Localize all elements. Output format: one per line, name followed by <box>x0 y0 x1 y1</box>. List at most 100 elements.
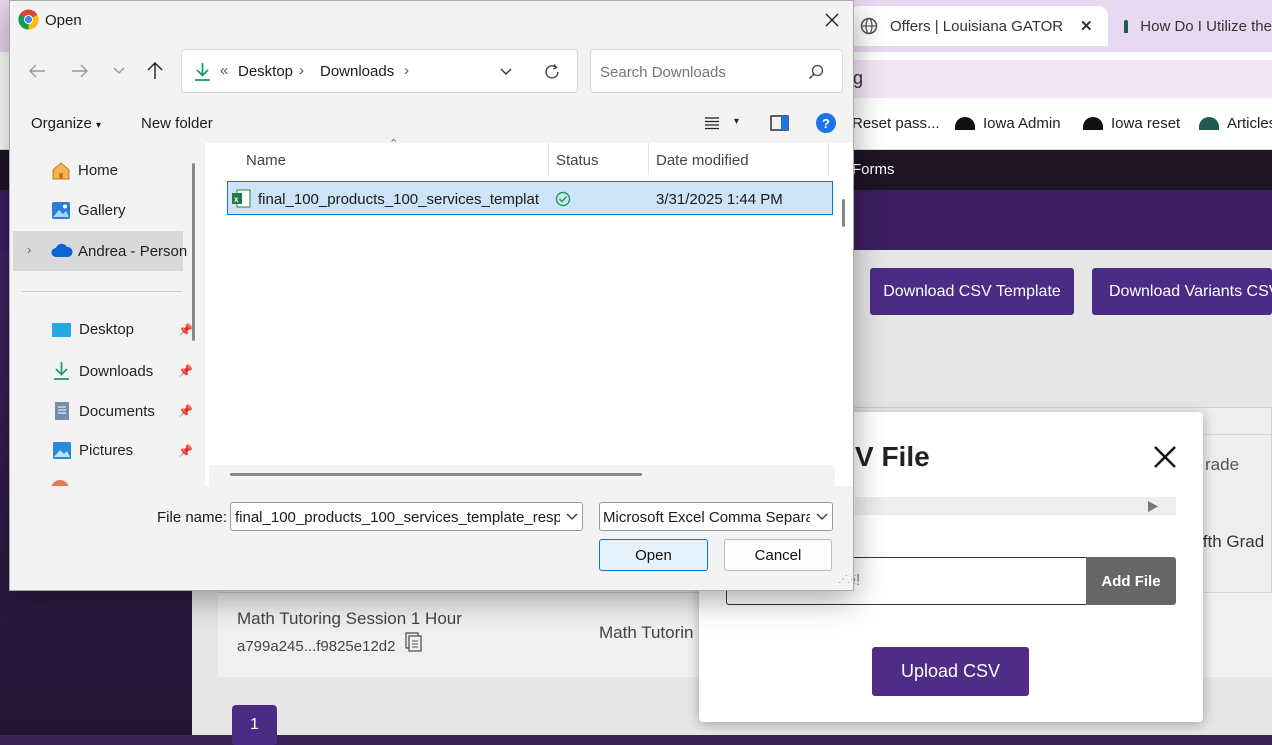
modal-scroll-track <box>855 497 1176 515</box>
pin-icon[interactable]: 📌 <box>178 404 193 418</box>
download-variants-csv-button[interactable]: Download Variants CSV <box>1092 268 1272 315</box>
dialog-toolbar: Organize ▾ New folder ▾ ? <box>10 105 853 143</box>
organize-button[interactable]: Organize ▾ <box>31 115 101 132</box>
bookmark-label: Articles <box>1227 115 1272 132</box>
file-type-select[interactable]: Microsoft Excel Comma Separa <box>599 502 833 531</box>
nav-item-onedrive[interactable]: › Andrea - Person <box>13 231 187 271</box>
chevron-down-icon[interactable] <box>112 66 126 76</box>
nav-divider <box>22 291 182 292</box>
downloads-icon <box>54 362 69 380</box>
column-divider <box>548 143 549 175</box>
nav-item-desktop[interactable]: Desktop 📌 <box>51 321 193 338</box>
close-icon[interactable] <box>824 12 840 28</box>
close-tab-icon[interactable]: ✕ <box>1080 17 1093 35</box>
bookmark-item[interactable]: Iowa reset <box>1083 115 1180 132</box>
excel-file-icon: x <box>232 189 251 208</box>
scrollbar[interactable] <box>192 163 195 341</box>
resize-grip-icon[interactable]: ⋰⋰ <box>838 574 857 585</box>
chevron-right-icon[interactable]: › <box>27 242 31 257</box>
column-header-status[interactable]: Status <box>556 152 599 169</box>
breadcrumb-separator-icon: › <box>299 62 304 79</box>
close-icon[interactable] <box>1150 442 1180 472</box>
breadcrumb-separator-icon: › <box>404 62 409 79</box>
refresh-icon[interactable] <box>543 63 561 81</box>
nav-item-label: Downloads <box>79 362 154 380</box>
svg-text:x: x <box>234 195 239 204</box>
navigation-pane: Home Gallery › Andrea - Person Desktop 📌… <box>10 143 205 486</box>
site-favicon-icon <box>1124 19 1129 33</box>
bookmark-icon <box>955 117 975 130</box>
search-placeholder: Search Downloads <box>600 64 726 81</box>
column-divider <box>828 143 829 175</box>
search-input[interactable]: Search Downloads <box>590 49 843 93</box>
play-icon[interactable] <box>1148 501 1158 512</box>
download-folder-icon <box>195 63 210 81</box>
file-name: final_100_products_100_services_templat.… <box>258 191 540 208</box>
pin-icon[interactable]: 📌 <box>178 323 193 337</box>
table-header-cell: rade <box>1205 455 1240 474</box>
browser-tab-active[interactable]: Offers | Louisiana GATOR S ✕ <box>850 6 1108 46</box>
download-csv-template-button[interactable]: Download CSV Template <box>870 268 1074 315</box>
chevron-down-icon[interactable] <box>810 503 832 530</box>
bookmark-item[interactable]: Articles <box>1199 115 1272 132</box>
chrome-icon <box>18 9 39 30</box>
breadcrumb-overflow[interactable]: « <box>220 62 228 79</box>
file-name-input[interactable]: final_100_products_100_services_template… <box>230 502 583 531</box>
nav-item-downloads[interactable]: Downloads 📌 <box>51 361 193 381</box>
view-options-chevron-icon[interactable]: ▾ <box>734 116 739 127</box>
product-id: a799a245...f9825e12d2 <box>237 638 396 655</box>
preview-pane-icon[interactable] <box>770 115 789 131</box>
breadcrumb[interactable]: « Desktop › Downloads › <box>181 49 578 93</box>
horizontal-scrollbar[interactable] <box>230 473 642 476</box>
view-list-icon[interactable] <box>704 116 720 130</box>
copy-icon[interactable] <box>404 632 422 652</box>
nav-item-gallery[interactable]: Gallery <box>51 201 126 220</box>
open-file-dialog: Open « Desktop › Downloads › Search Down… <box>9 0 857 591</box>
column-header-name[interactable]: Name <box>246 152 286 169</box>
upload-csv-button[interactable]: Upload CSV <box>872 647 1029 696</box>
search-icon[interactable] <box>808 64 824 80</box>
up-arrow-icon[interactable] <box>146 61 164 80</box>
file-date-modified: 3/31/2025 1:44 PM <box>656 191 783 208</box>
nav-item-forms[interactable]: Forms <box>852 161 895 178</box>
bookmark-item[interactable]: Iowa Admin <box>955 115 1061 132</box>
browser-tab[interactable]: How Do I Utilize the <box>1120 6 1272 46</box>
column-divider <box>648 143 649 175</box>
pagination-page-1[interactable]: 1 <box>232 705 277 745</box>
globe-icon <box>860 17 878 35</box>
nav-item-documents[interactable]: Documents 📌 <box>51 401 193 421</box>
file-type-value: Microsoft Excel Comma Separa <box>603 509 814 526</box>
organize-label: Organize <box>31 115 92 132</box>
add-file-button[interactable]: Add File <box>1086 557 1176 605</box>
chevron-down-icon[interactable] <box>560 503 582 530</box>
breadcrumb-desktop[interactable]: Desktop <box>238 63 293 80</box>
pin-icon[interactable]: 📌 <box>178 444 193 458</box>
file-row[interactable]: x final_100_products_100_services_templa… <box>227 181 833 215</box>
chevron-down-icon[interactable] <box>499 67 513 77</box>
onedrive-cloud-icon <box>51 243 73 257</box>
file-list: ⌃ Name Status Date modified x final_100_… <box>205 138 853 486</box>
open-button[interactable]: Open <box>599 539 708 571</box>
pin-icon[interactable]: 📌 <box>178 364 193 378</box>
home-icon <box>52 162 70 180</box>
cancel-button[interactable]: Cancel <box>724 539 832 571</box>
address-bar[interactable]: g <box>820 60 1272 98</box>
breadcrumb-downloads[interactable]: Downloads <box>320 63 394 80</box>
nav-item-home[interactable]: Home <box>51 161 118 180</box>
back-arrow-icon[interactable] <box>28 63 46 79</box>
forward-arrow-icon[interactable] <box>71 63 89 79</box>
vertical-scrollbar[interactable] <box>842 199 845 227</box>
browser-tab-title: Offers | Louisiana GATOR S <box>890 17 1068 35</box>
bookmark-icon <box>1199 117 1219 130</box>
nav-item-label: Gallery <box>78 202 126 219</box>
help-icon[interactable]: ? <box>816 113 836 133</box>
documents-icon <box>55 402 69 420</box>
sort-ascending-icon: ⌃ <box>389 138 399 150</box>
bookmark-label: Iowa Admin <box>983 115 1061 132</box>
column-header-date[interactable]: Date modified <box>656 152 749 169</box>
new-folder-button[interactable]: New folder <box>141 115 213 132</box>
nav-item-pictures[interactable]: Pictures 📌 <box>51 441 193 460</box>
address-text: g <box>853 68 864 88</box>
bookmark-item[interactable]: Reset pass... <box>852 115 940 132</box>
music-icon <box>51 480 69 486</box>
